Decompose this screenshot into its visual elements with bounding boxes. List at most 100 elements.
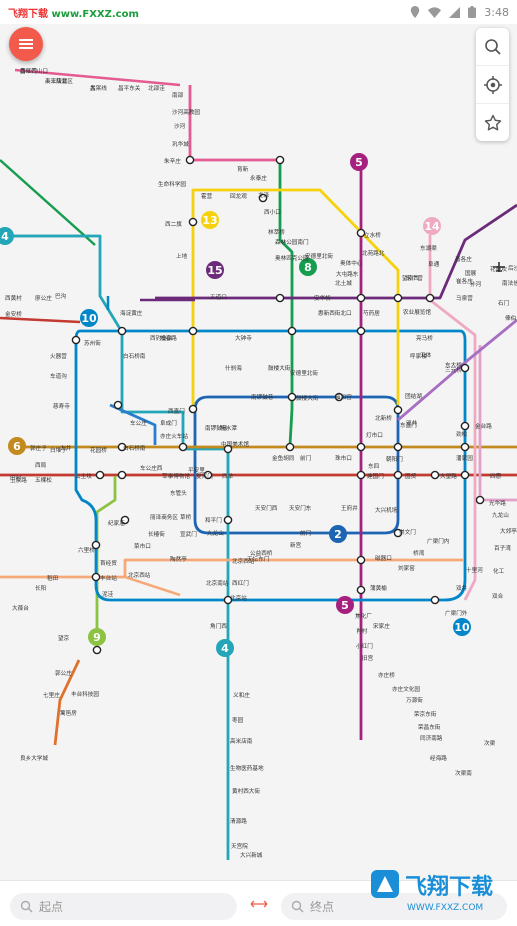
station-label[interactable]: 天安门东 (289, 504, 312, 512)
station-label[interactable]: 宋家庄 (373, 622, 390, 630)
station-label[interactable]: 篱笆房 (60, 709, 77, 717)
station-label[interactable]: 广渠门内 (427, 537, 450, 545)
line-badge[interactable]: 10 (80, 309, 98, 327)
station-label[interactable]: 草桥 (180, 513, 192, 521)
station-label[interactable]: 昌平东关 (118, 84, 141, 92)
station-label[interactable]: 亦庄文化园 (392, 685, 420, 693)
station-label[interactable]: 工体 (420, 351, 432, 359)
transfer-station[interactable] (188, 326, 198, 336)
station-label[interactable]: 大钟寺 (235, 334, 252, 342)
transfer-station[interactable] (287, 392, 297, 402)
transfer-station[interactable] (285, 442, 295, 452)
transfer-station[interactable] (188, 217, 198, 227)
favorite-button[interactable] (476, 104, 509, 141)
station-label[interactable]: 南锣鼓巷 (251, 393, 274, 401)
station-label[interactable]: 同济南路 (420, 734, 443, 742)
transfer-station[interactable] (425, 293, 435, 303)
transfer-station[interactable] (117, 326, 127, 336)
station-label[interactable]: 什刹海 (225, 364, 242, 372)
station-label[interactable]: 国展 (465, 270, 477, 277)
station-label[interactable]: 泥洼 (102, 590, 114, 598)
transfer-station[interactable] (91, 572, 101, 582)
station-label[interactable]: 肖村 (356, 627, 368, 635)
station-label[interactable]: 大兴线 (90, 84, 107, 92)
station-label[interactable]: 西局 (35, 462, 47, 469)
station-label[interactable]: 东大桥 (445, 361, 462, 369)
station-label[interactable]: 西黄村 (5, 294, 22, 302)
transfer-station[interactable] (178, 442, 188, 452)
line-badge[interactable]: 10 (453, 618, 471, 636)
station-label[interactable]: 小红门 (356, 642, 373, 650)
station-label[interactable]: 田村 (10, 474, 22, 482)
station-label[interactable]: 巴沟 (55, 292, 67, 300)
station-label[interactable]: 火器营 (50, 352, 67, 360)
station-label[interactable]: 立水桥 (364, 231, 381, 239)
station-label[interactable]: 荣昌东街 (418, 723, 441, 731)
station-label[interactable]: 东湖渠 (420, 244, 437, 252)
station-label[interactable]: 南法信 (502, 279, 517, 287)
station-label[interactable]: 次渠南 (455, 769, 472, 777)
station-label[interactable]: 南锣鼓巷 (205, 424, 228, 432)
line-badge[interactable]: 6 (8, 437, 26, 455)
transfer-station[interactable] (71, 335, 81, 345)
station-label[interactable]: 双合 (492, 592, 504, 600)
station-label[interactable]: 金安桥 (5, 310, 22, 318)
station-label[interactable]: 惠新西街北口 (318, 309, 352, 317)
transfer-station[interactable] (460, 363, 470, 373)
station-label[interactable]: 农业展览馆 (403, 308, 431, 316)
station-label[interactable]: 陶然亭 (170, 555, 187, 563)
station-label[interactable]: 建国门 (367, 472, 384, 480)
station-label[interactable]: 金台路 (475, 422, 492, 430)
station-label[interactable]: 天宫院 (231, 842, 248, 850)
station-label[interactable]: 西单 (222, 472, 234, 480)
station-label[interactable]: 生命科学园 (158, 180, 186, 188)
station-label[interactable]: 前门 (300, 529, 312, 537)
station-label[interactable]: 西红门 (20, 67, 37, 75)
station-label[interactable]: 新宫 (290, 541, 302, 549)
transfer-station[interactable] (475, 495, 485, 505)
station-label[interactable]: 义和庄 (233, 691, 250, 699)
station-label[interactable]: 南邵 (172, 91, 184, 99)
station-label[interactable]: 鼓楼大街 (268, 364, 291, 372)
station-label[interactable]: 大望路 (440, 472, 457, 480)
station-label[interactable]: 桥湾 (413, 549, 425, 557)
station-label[interactable]: 鼓楼大街 (296, 394, 319, 402)
station-label[interactable]: 巩华城 (172, 140, 189, 148)
station-label[interactable]: 菜市口 (134, 542, 151, 550)
transfer-station[interactable] (287, 326, 297, 336)
station-label[interactable]: 旧宫 (362, 654, 374, 662)
station-label[interactable]: 亦庄桥 (378, 671, 395, 679)
station-label[interactable]: 黄村西大街 (232, 787, 260, 795)
station-label[interactable]: 团结湖 (405, 392, 422, 400)
station-label[interactable]: 北京西站 (128, 571, 151, 579)
locate-button[interactable] (476, 66, 509, 104)
station-label[interactable]: 西二旗 (165, 220, 182, 228)
station-label[interactable]: 郭庄子 (30, 444, 47, 452)
search-button[interactable] (476, 28, 509, 66)
station-label[interactable]: 西小口 (264, 208, 281, 216)
station-label[interactable]: 来广营 (406, 274, 423, 282)
transfer-station[interactable] (95, 470, 105, 480)
station-label[interactable]: 朱辛庄 (164, 157, 181, 165)
transfer-station[interactable] (430, 470, 440, 480)
station-label[interactable]: 四惠 (490, 472, 502, 480)
station-label[interactable]: 白石桥南 (123, 444, 146, 452)
station-label[interactable]: 车道沟 (50, 372, 67, 380)
station-label[interactable]: 大兴新城 (240, 851, 263, 859)
station-label[interactable]: 苏州街 (84, 339, 101, 347)
station-label[interactable]: 亮马桥 (416, 334, 433, 342)
transfer-station[interactable] (117, 470, 127, 480)
station-label[interactable]: 和平门 (205, 516, 222, 524)
station-label[interactable]: 高米店北 (45, 77, 68, 85)
station-label[interactable]: 经海路 (430, 754, 447, 762)
station-label[interactable]: 潘家园 (456, 454, 473, 462)
station-label[interactable]: 西钓鱼台 (150, 334, 173, 342)
line-badge[interactable]: 15 (206, 261, 224, 279)
transfer-station[interactable] (356, 555, 366, 565)
station-label[interactable]: 九龙山 (492, 511, 509, 519)
station-label[interactable]: 丰台站 (100, 574, 117, 582)
station-label[interactable]: 大郊亭 (500, 527, 517, 535)
station-label[interactable]: 长阳 (35, 584, 47, 592)
station-label[interactable]: 焦化厂 (355, 612, 372, 620)
swap-button[interactable] (250, 898, 268, 913)
